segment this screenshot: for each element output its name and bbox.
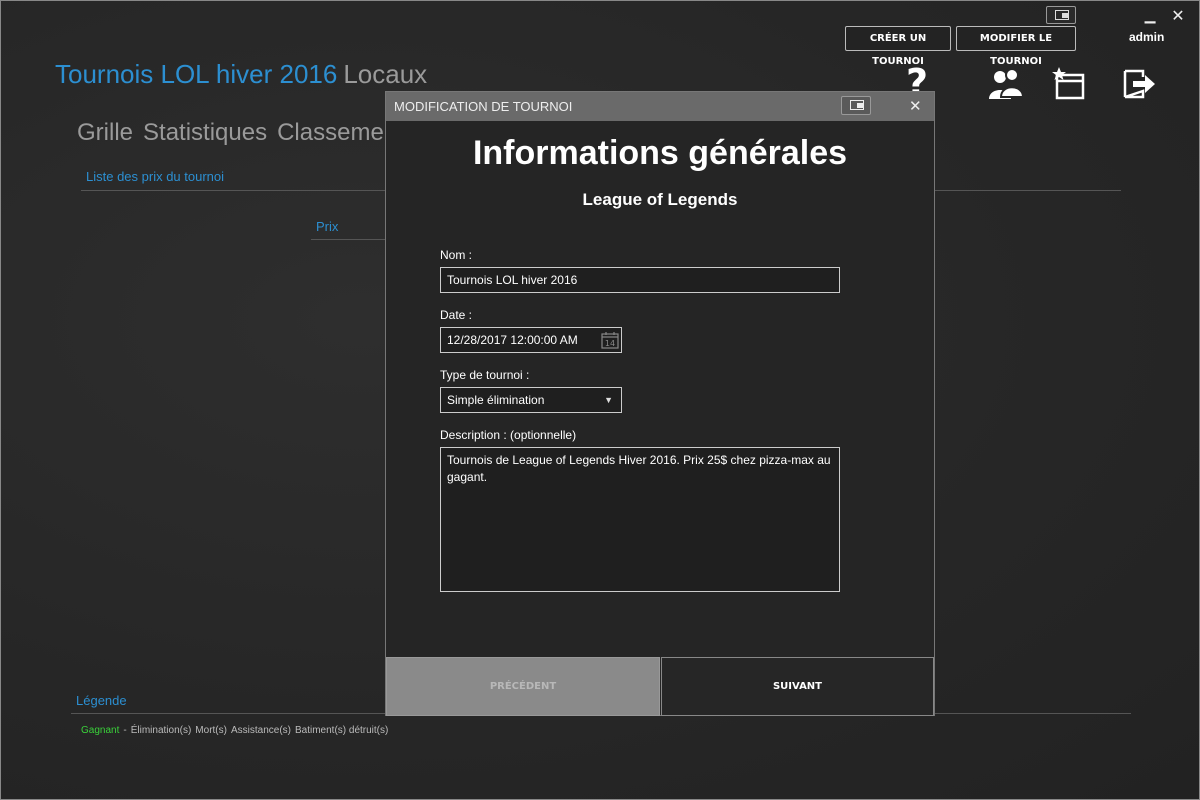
game-name: League of Legends bbox=[582, 190, 738, 209]
logout-icon[interactable] bbox=[1119, 65, 1159, 105]
chevron-down-icon: ▼ bbox=[604, 395, 613, 405]
description-label: Description : (optionnelle) bbox=[440, 428, 577, 442]
dialog-titlebar[interactable]: MODIFICATION DE TOURNOI ✕ bbox=[386, 92, 934, 121]
tournament-title: Tournois LOL hiver 2016 bbox=[55, 59, 338, 89]
description-textarea[interactable]: Tournois de League of Legends Hiver 2016… bbox=[440, 447, 840, 592]
name-field[interactable]: Tournois LOL hiver 2016 bbox=[440, 267, 840, 293]
legend: Gagnant - Élimination(s) Mort(s) Assistance(… bbox=[81, 725, 392, 736]
close-icon[interactable]: ✕ bbox=[909, 97, 922, 115]
legend-winner: Gagnant bbox=[81, 725, 120, 736]
prize-column-header: Prix bbox=[316, 219, 339, 234]
divider bbox=[311, 239, 391, 240]
name-label: Nom : bbox=[440, 248, 473, 262]
type-value: Simple élimination bbox=[447, 393, 545, 407]
legend-separator: - bbox=[123, 725, 127, 736]
section-heading: Informations générales bbox=[472, 134, 848, 172]
tournament-type-select[interactable]: Simple élimination ▼ bbox=[440, 387, 622, 413]
app-window: ▁ ✕ CRÉER UN TOURNOI MODIFIER LE TOURNOI… bbox=[0, 0, 1200, 800]
type-label: Type de tournoi : bbox=[440, 368, 530, 382]
username: admin bbox=[1129, 30, 1165, 44]
add-tournament-icon[interactable] bbox=[1051, 65, 1091, 105]
date-value: 12/28/2017 12:00:00 AM bbox=[447, 333, 578, 347]
edit-tournament-dialog: MODIFICATION DE TOURNOI ✕ Informations g… bbox=[385, 91, 935, 716]
restore-window-icon[interactable] bbox=[841, 96, 871, 115]
main-nav: Grille Statistiques Classement bbox=[77, 119, 414, 147]
tab-grid[interactable]: Grille bbox=[77, 119, 133, 146]
create-tournament-button[interactable]: CRÉER UN TOURNOI bbox=[845, 26, 951, 67]
date-label: Date : bbox=[440, 308, 473, 322]
prize-list-label: Liste des prix du tournoi bbox=[86, 169, 225, 184]
legend-item: Assistance(s) bbox=[230, 725, 291, 736]
date-picker[interactable]: 12/28/2017 12:00:00 AM 14 bbox=[440, 327, 622, 353]
previous-button[interactable]: PRÉCÉDENT bbox=[386, 657, 660, 716]
close-icon[interactable]: ✕ bbox=[1169, 7, 1187, 25]
users-icon[interactable] bbox=[986, 65, 1026, 105]
tournament-subtitle: Locaux bbox=[343, 59, 428, 89]
tab-statistics[interactable]: Statistiques bbox=[143, 119, 267, 146]
next-button[interactable]: SUIVANT bbox=[661, 657, 934, 716]
modify-tournament-button[interactable]: MODIFIER LE TOURNOI bbox=[956, 26, 1076, 67]
calendar-day: 14 bbox=[605, 339, 615, 348]
legend-item: Élimination(s) bbox=[130, 725, 192, 736]
legend-title: Légende bbox=[76, 693, 127, 708]
dialog-title: MODIFICATION DE TOURNOI bbox=[394, 99, 573, 114]
legend-item: Batiment(s) détruit(s) bbox=[294, 725, 389, 736]
legend-item: Mort(s) bbox=[195, 725, 227, 736]
page-title: Tournois LOL hiver 2016 Locaux bbox=[55, 59, 427, 90]
restore-window-icon[interactable] bbox=[1046, 6, 1076, 24]
minimize-icon[interactable]: ▁ bbox=[1141, 9, 1159, 23]
calendar-icon[interactable]: 14 bbox=[601, 331, 619, 349]
